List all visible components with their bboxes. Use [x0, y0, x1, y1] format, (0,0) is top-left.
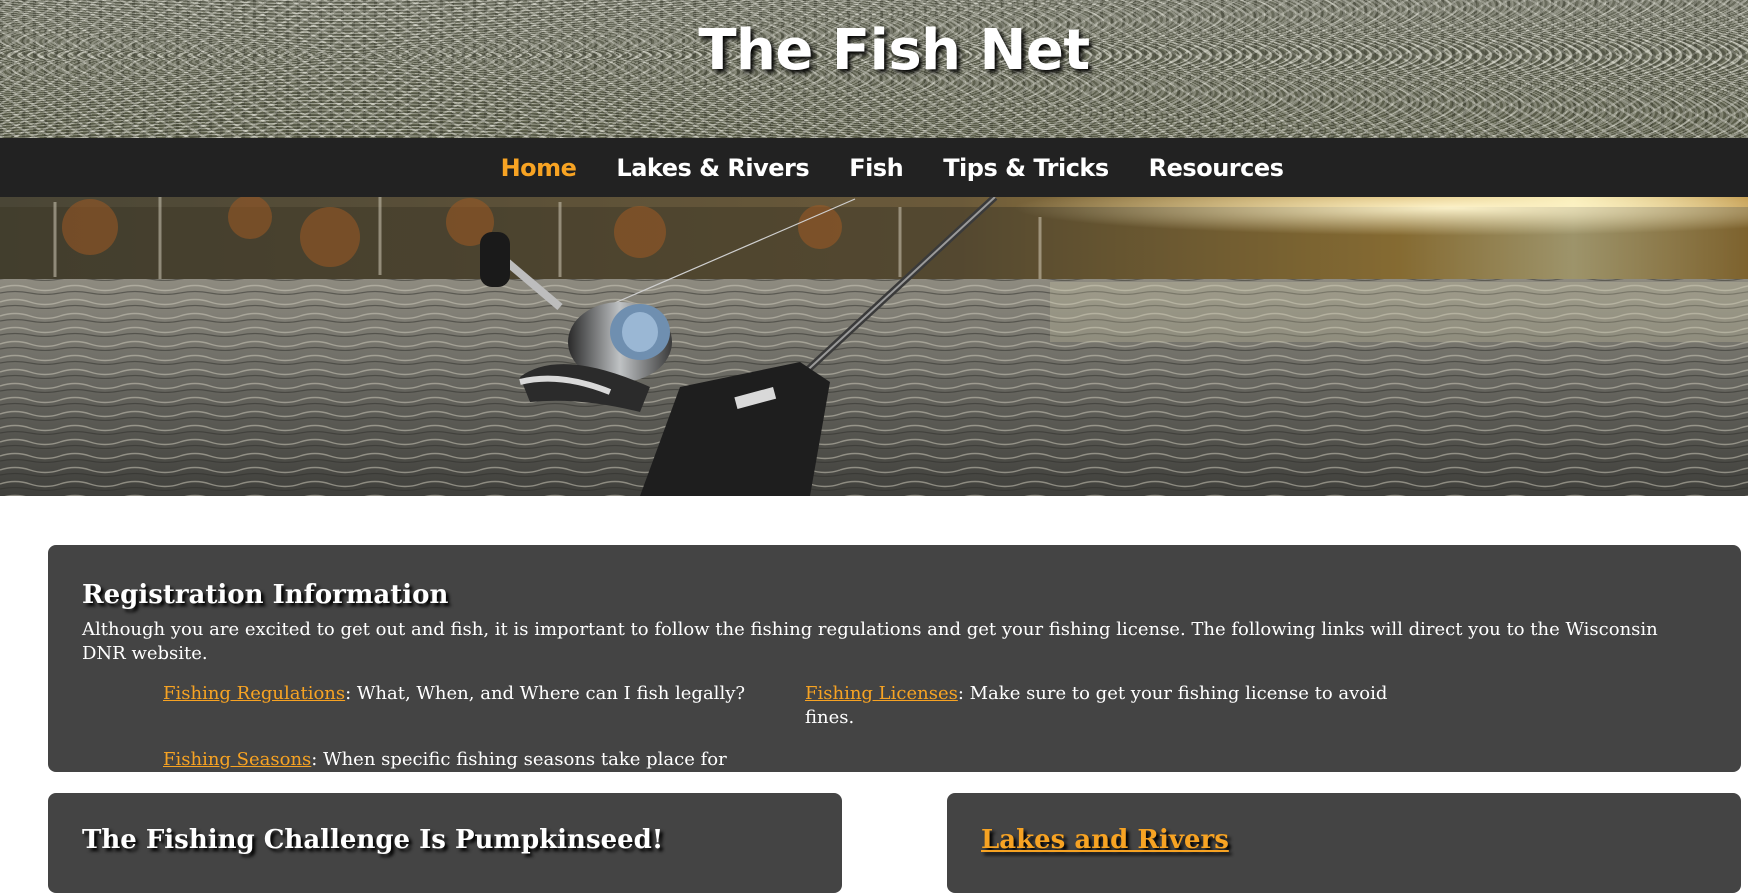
- fishing-challenge-panel: The Fishing Challenge Is Pumpkinseed!: [48, 793, 842, 893]
- site-title: The Fish Net: [698, 18, 1090, 83]
- hero-fishing-rod-image: [0, 197, 1748, 496]
- registration-links: Fishing Regulations: What, When, and Whe…: [163, 682, 1707, 796]
- registration-heading: Registration Information: [82, 580, 449, 610]
- fishing-challenge-heading: The Fishing Challenge Is Pumpkinseed!: [82, 825, 664, 855]
- nav-resources[interactable]: Resources: [1149, 154, 1284, 182]
- site-header: The Fish Net: [0, 0, 1748, 138]
- registration-panel: Registration Information Although you ar…: [48, 545, 1741, 794]
- lakes-rivers-link[interactable]: Lakes and Rivers: [981, 825, 1229, 855]
- main-navigation: Home Lakes & Rivers Fish Tips & Tricks R…: [0, 138, 1748, 197]
- nav-home[interactable]: Home: [501, 154, 577, 182]
- fishing-regulations-link[interactable]: Fishing Regulations: [163, 683, 345, 704]
- lakes-rivers-heading: Lakes and Rivers: [981, 825, 1707, 855]
- list-item: Fishing Licenses: Make sure to get your …: [805, 682, 1425, 730]
- list-item: Fishing Regulations: What, When, and Whe…: [163, 682, 805, 730]
- registration-intro: Although you are excited to get out and …: [82, 619, 1658, 664]
- lakes-rivers-panel: Lakes and Rivers: [947, 793, 1741, 893]
- nav-lakes-rivers[interactable]: Lakes & Rivers: [616, 154, 809, 182]
- nav-tips-tricks[interactable]: Tips & Tricks: [943, 154, 1109, 182]
- nav-fish[interactable]: Fish: [849, 154, 904, 182]
- list-item: Fishing Seasons: When specific fishing s…: [163, 748, 805, 796]
- fishing-seasons-link[interactable]: Fishing Seasons: [163, 749, 311, 770]
- fishing-licenses-link[interactable]: Fishing Licenses: [805, 683, 958, 704]
- fishing-regulations-description: : What, When, and Where can I fish legal…: [345, 683, 746, 704]
